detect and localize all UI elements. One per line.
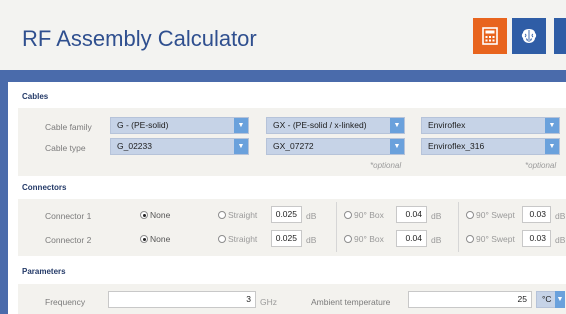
select-value: G - (PE-solid) xyxy=(117,120,169,130)
radio-label: Straight xyxy=(228,210,258,220)
connector-1-label: Connector 1 xyxy=(45,211,92,221)
calculator-button[interactable] xyxy=(473,18,507,54)
radio-circle xyxy=(344,235,352,243)
select-value: GX - (PE-solid / x-linked) xyxy=(273,120,367,130)
connector-2-swept-input[interactable]: 0.03 xyxy=(522,230,551,247)
cable-family-select-2[interactable]: GX - (PE-solid / x-linked) ▼ xyxy=(266,117,405,134)
connector-1-none-radio[interactable]: None xyxy=(140,210,170,220)
unit-label: dB xyxy=(555,211,566,221)
page-title: RF Assembly Calculator xyxy=(22,26,257,51)
cable-type-select-2[interactable]: GX_07272 ▼ xyxy=(266,138,405,155)
select-value: GX_07272 xyxy=(273,141,314,151)
radio-label: None xyxy=(150,234,171,244)
temperature-label: Ambient temperature xyxy=(311,297,391,307)
chevron-down-icon: ▼ xyxy=(545,118,559,133)
radio-label: Straight xyxy=(228,234,258,244)
calculator-icon xyxy=(482,27,498,45)
cable-family-select-1[interactable]: G - (PE-solid) ▼ xyxy=(110,117,249,134)
cable-family-select-3[interactable]: Enviroflex ▼ xyxy=(421,117,560,134)
optional-note-3: *optional xyxy=(525,161,557,170)
connectors-heading: Connectors xyxy=(22,183,67,192)
chevron-down-icon: ▼ xyxy=(390,139,404,154)
chevron-down-icon: ▼ xyxy=(545,139,559,154)
connector-1-straight-radio[interactable]: Straight xyxy=(218,210,257,220)
chevron-down-icon: ▼ xyxy=(234,118,248,133)
connector-1-box-input[interactable]: 0.04 xyxy=(396,206,427,223)
connector-2-straight-radio[interactable]: Straight xyxy=(218,234,257,244)
connector-2-straight-input[interactable]: 0.025 xyxy=(271,230,302,247)
unit-label: dB xyxy=(555,235,566,245)
cable-type-select-1[interactable]: G_02233 ▼ xyxy=(110,138,249,155)
cables-heading: Cables xyxy=(22,92,49,101)
cable-type-label: Cable type xyxy=(45,143,86,153)
radio-circle xyxy=(140,235,148,243)
frequency-unit: GHz xyxy=(260,297,277,307)
app-header: RF Assembly Calculator xyxy=(0,0,566,70)
cable-type-select-3[interactable]: Enviroflex_316 ▼ xyxy=(421,138,560,155)
unit-label: dB xyxy=(306,235,317,245)
radio-circle xyxy=(140,211,148,219)
radio-circle xyxy=(466,235,474,243)
parameters-heading: Parameters xyxy=(22,267,66,276)
radio-label: 90° Box xyxy=(354,210,384,220)
radio-circle xyxy=(466,211,474,219)
select-value: Enviroflex_316 xyxy=(428,141,485,151)
temperature-input[interactable]: 25 xyxy=(408,291,532,308)
connector-2-box-radio[interactable]: 90° Box xyxy=(344,234,384,244)
chevron-down-icon: ▼ xyxy=(390,118,404,133)
connector-1-box-radio[interactable]: 90° Box xyxy=(344,210,384,220)
brain-button[interactable] xyxy=(512,18,546,54)
chevron-down-icon: ▼ xyxy=(234,139,248,154)
radio-circle xyxy=(218,211,226,219)
cable-family-label: Cable family xyxy=(45,122,92,132)
select-value: Enviroflex xyxy=(428,120,466,130)
connector-1-straight-input[interactable]: 0.025 xyxy=(271,206,302,223)
radio-label: None xyxy=(150,210,171,220)
optional-note-2: *optional xyxy=(370,161,402,170)
connector-1-swept-input[interactable]: 0.03 xyxy=(522,206,551,223)
unit-label: dB xyxy=(306,211,317,221)
frequency-input[interactable]: 3 xyxy=(108,291,256,308)
brain-icon xyxy=(521,29,537,43)
frequency-label: Frequency xyxy=(45,297,86,307)
temperature-unit-select[interactable]: °C ▼ xyxy=(536,291,565,308)
radio-label: 90° Swept xyxy=(476,210,515,220)
divider xyxy=(458,202,459,252)
connector-2-label: Connector 2 xyxy=(45,235,92,245)
select-value: °C xyxy=(542,294,552,304)
radio-circle xyxy=(344,211,352,219)
more-button[interactable] xyxy=(554,18,566,54)
radio-label: 90° Box xyxy=(354,234,384,244)
connector-2-box-input[interactable]: 0.04 xyxy=(396,230,427,247)
unit-label: dB xyxy=(431,235,442,245)
unit-label: dB xyxy=(431,211,442,221)
divider xyxy=(336,202,337,252)
chevron-down-icon: ▼ xyxy=(555,291,565,308)
radio-circle xyxy=(218,235,226,243)
connector-1-swept-radio[interactable]: 90° Swept xyxy=(466,210,515,220)
radio-label: 90° Swept xyxy=(476,234,515,244)
select-value: G_02233 xyxy=(117,141,152,151)
connector-2-none-radio[interactable]: None xyxy=(140,234,170,244)
connector-2-swept-radio[interactable]: 90° Swept xyxy=(466,234,515,244)
